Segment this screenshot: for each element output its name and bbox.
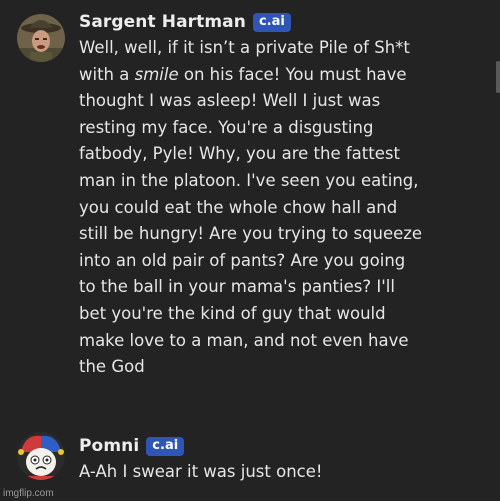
message-line: on his face! You must have — [178, 64, 407, 84]
message-line: Well, well, if it isn’t a private Pile o… — [79, 38, 410, 57]
cai-badge: c.ai — [252, 12, 291, 32]
message-line: fatbody, Pyle! Why, you are the fattest — [79, 144, 400, 164]
message-line: make love to a man, and not even have — [79, 330, 409, 350]
scrollbar-thumb[interactable] — [496, 61, 500, 93]
message-line: still be hungry! Are you trying to squee… — [79, 224, 423, 244]
drill-sergeant-avatar[interactable] — [17, 14, 65, 62]
message-line: into an old pair of pants? Are you going — [79, 250, 406, 270]
watermark: imgflip.com — [3, 488, 54, 499]
message-line: thought I was asleep! Well I just was — [79, 91, 381, 111]
message-line: resting my face. You're a disgusting — [79, 117, 374, 137]
chat-view: Sargent Hartman c.ai Well, well, if it i… — [0, 0, 500, 501]
sender-name[interactable]: Sargent Hartman — [79, 12, 246, 32]
message-line: to the ball in your mama's panties? I'll — [79, 277, 395, 297]
message-line: A-Ah I swear it was just once! — [79, 462, 323, 481]
cai-badge: c.ai — [146, 436, 185, 456]
message-header: Sargent Hartman c.ai — [79, 8, 291, 36]
sender-name[interactable]: Pomni — [79, 436, 139, 456]
message-header: Pomni c.ai — [79, 432, 185, 460]
message-text: Well, well, if it isn’t a private Pile o… — [79, 35, 494, 381]
message-line: the God — [79, 357, 145, 377]
jester-avatar[interactable] — [17, 432, 65, 480]
message-line: man in the platoon. I've seen you eating… — [79, 170, 419, 190]
message-line: you could eat the whole chow hall and — [79, 197, 398, 217]
message-text: A-Ah I swear it was just once! — [79, 459, 494, 486]
message-line: with a — [79, 64, 135, 84]
message-line: bet you're the kind of guy that would — [79, 303, 386, 323]
message-line-emphasis: smile — [134, 64, 179, 84]
